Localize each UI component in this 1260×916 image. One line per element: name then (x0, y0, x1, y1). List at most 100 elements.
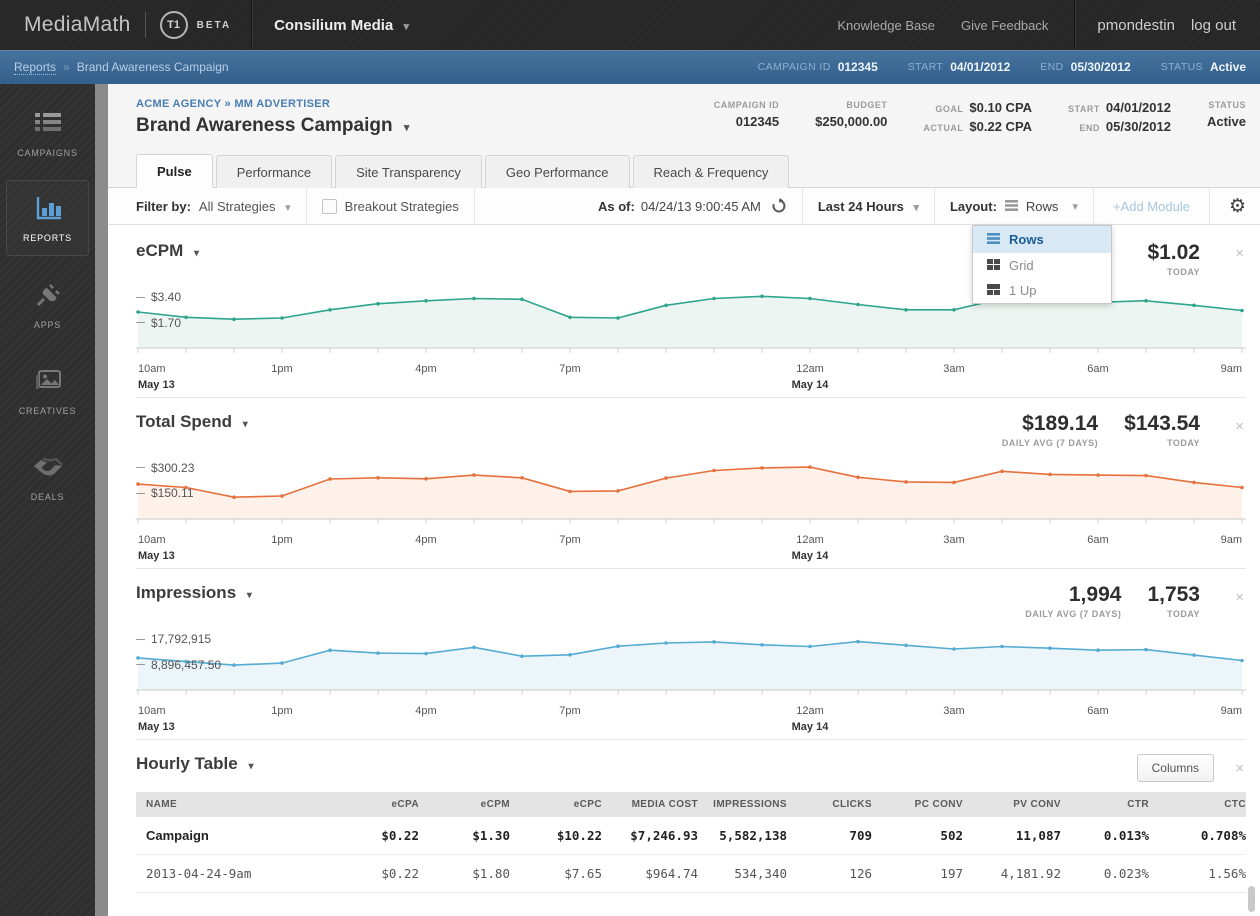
refresh-icon[interactable] (771, 198, 787, 214)
y-gridline-label: $1.70 (136, 316, 181, 330)
close-icon[interactable]: × (1235, 245, 1244, 262)
y-gridline-label: $150.11 (136, 486, 194, 500)
gear-icon[interactable]: ⚙ (1229, 195, 1246, 217)
tab-performance[interactable]: Performance (215, 155, 333, 188)
module-title-dropdown[interactable]: Impressions ▾ (136, 583, 252, 603)
layout-dropdown[interactable]: Layout: Rows ▾ (950, 199, 1078, 214)
time-range-dropdown[interactable]: Last 24 Hours ▾ (818, 199, 919, 214)
row-cell: 1.56% (1149, 854, 1246, 893)
sidebar-item-apps[interactable]: APPS (8, 268, 87, 342)
column-header-ecpm[interactable]: eCPM (419, 792, 510, 817)
x-axis-label: 10am (138, 363, 166, 375)
table-row[interactable]: Campaign $0.22 $1.30 $10.22 $7,246.93 5,582,1… (136, 817, 1246, 855)
column-header-name[interactable]: NAME (136, 792, 322, 817)
metric: 1,753 TODAY (1147, 583, 1200, 619)
row-name: Campaign (136, 817, 322, 855)
x-axis-day-label: May 13 (138, 379, 175, 391)
row-cell: $7,246.93 (602, 817, 698, 855)
module-hourly-table: Hourly Table ▾ Columns × NAME eCPA eCPM eCP… (136, 739, 1246, 893)
x-axis-label: 6am (1087, 534, 1109, 546)
x-axis-label: 7pm (559, 705, 581, 717)
chevron-down-icon: ▾ (242, 419, 248, 430)
column-header-ctc[interactable]: CTC (1149, 792, 1246, 817)
table-row[interactable]: 2013-04-24-9am $0.22 $1.80 $7.65 $964.74 534,… (136, 854, 1246, 893)
column-header-pv-conv[interactable]: PV CONV (963, 792, 1061, 817)
meta-end: END 05/30/2012 (1040, 60, 1131, 74)
layout-option-rows[interactable]: Rows (973, 226, 1111, 253)
username[interactable]: pmondestin (1097, 17, 1175, 34)
layout-label: Layout: (949, 198, 997, 214)
x-axis-label: 9am (1220, 705, 1242, 717)
x-axis-day-label: May 14 (791, 550, 829, 562)
metric-value: $143.54 (1124, 412, 1200, 435)
column-header-ecpc[interactable]: eCPC (510, 792, 602, 817)
topbar-pipe (144, 12, 146, 38)
close-icon[interactable]: × (1235, 589, 1244, 606)
metric-label: TODAY (1166, 267, 1200, 277)
breadcrumb-separator: » (63, 60, 70, 74)
row-cell: 4,181.92 (963, 854, 1061, 893)
tab-geo-performance[interactable]: Geo Performance (484, 155, 630, 188)
column-header-ctr[interactable]: CTR (1061, 792, 1149, 817)
x-axis-label: 10am (138, 705, 166, 717)
x-axis-day-label: May 14 (791, 379, 829, 391)
chevron-down-icon: ▾ (246, 590, 252, 601)
tab-pulse[interactable]: Pulse (136, 154, 213, 188)
module-title-dropdown[interactable]: eCPM ▾ (136, 241, 199, 261)
module-title-dropdown[interactable]: Total Spend ▾ (136, 412, 248, 432)
chevron-down-icon: ▾ (913, 201, 919, 214)
give-feedback-link[interactable]: Give Feedback (961, 18, 1048, 33)
column-header-clicks[interactable]: CLICKS (787, 792, 872, 817)
x-axis-label: 3am (943, 363, 965, 375)
scrollbar-thumb[interactable] (1248, 886, 1255, 912)
metric: $189.14 DAILY AVG (7 DAYS) (1002, 412, 1098, 448)
layout-option-grid[interactable]: Grid (973, 253, 1111, 278)
sidebar-item-creatives[interactable]: CREATIVES (8, 354, 87, 428)
chevron-down-icon: ▾ (248, 761, 254, 772)
tab-site-transparency[interactable]: Site Transparency (335, 155, 482, 188)
sidebar-item-campaigns[interactable]: CAMPAIGNS (8, 96, 87, 170)
module-title-dropdown[interactable]: Hourly Table ▾ (136, 754, 253, 774)
image-icon (34, 368, 62, 394)
rows-glyph-icon (1004, 199, 1018, 214)
sidebar-item-reports[interactable]: REPORTS (6, 180, 89, 256)
x-axis-label: 12am (796, 363, 824, 375)
row-name: 2013-04-24-9am (136, 854, 322, 893)
column-header-impressions[interactable]: IMPRESSIONS (698, 792, 787, 817)
strategies-dropdown[interactable]: All Strategies ▾ (199, 199, 291, 214)
breadcrumb-reports-link[interactable]: Reports (14, 60, 57, 75)
meta-budget: BUDGET $250,000.00 (815, 100, 888, 129)
logout-link[interactable]: log out (1191, 17, 1236, 34)
column-header-media-cost[interactable]: MEDIA COST (602, 792, 698, 817)
main-content: ACME AGENCY » MM ADVERTISER Brand Awaren… (108, 84, 1260, 916)
agency-advertiser-breadcrumb[interactable]: ACME AGENCY » MM ADVERTISER (136, 98, 409, 110)
account-switcher[interactable]: Consilium Media ▾ (274, 17, 409, 34)
metric-value: 1,753 (1147, 583, 1200, 606)
rows-icon (987, 232, 1000, 247)
x-axis-label: 6am (1087, 363, 1109, 375)
close-icon[interactable]: × (1235, 760, 1244, 777)
filterbar-divider (801, 188, 803, 224)
layout-option-1-up[interactable]: 1 Up (973, 278, 1111, 303)
x-axis-label: 9am (1220, 534, 1242, 546)
x-axis-day-label: May 13 (138, 550, 175, 562)
knowledge-base-link[interactable]: Knowledge Base (837, 18, 935, 33)
column-header-ecpa[interactable]: eCPA (322, 792, 419, 817)
metric-value: 1,994 (1068, 583, 1122, 606)
close-icon[interactable]: × (1235, 418, 1244, 435)
meta-status: STATUS Active (1160, 60, 1246, 74)
columns-button[interactable]: Columns (1136, 754, 1214, 782)
breakout-strategies-checkbox[interactable] (321, 198, 337, 214)
x-axis-label: 1pm (271, 705, 293, 717)
impressions-chart-svg (136, 639, 1246, 695)
campaign-title-dropdown[interactable]: Brand Awareness Campaign ▾ (136, 115, 409, 137)
tab-reach-frequency[interactable]: Reach & Frequency (632, 155, 790, 188)
add-module-button[interactable]: +Add Module (1113, 199, 1190, 214)
sidebar-item-deals[interactable]: DEALS (8, 440, 87, 514)
sidebar-item-label: CAMPAIGNS (17, 148, 78, 158)
x-axis-label: 4pm (415, 363, 437, 375)
y-gridline-label: 8,896,457.50 (136, 658, 221, 672)
column-header-pc-conv[interactable]: PC CONV (872, 792, 963, 817)
row-cell: $1.80 (419, 854, 510, 893)
row-cell: $0.22 (322, 817, 419, 855)
